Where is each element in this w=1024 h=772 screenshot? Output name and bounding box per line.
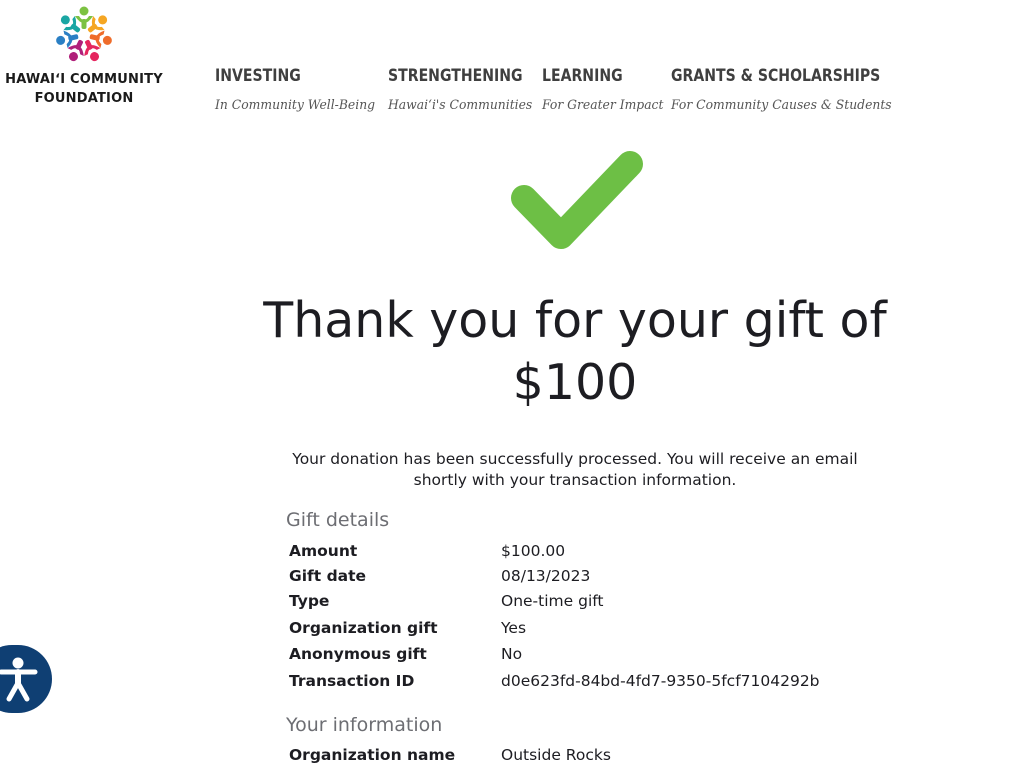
detail-label: Anonymous gift <box>289 645 427 663</box>
your-information-title: Your information <box>286 714 443 736</box>
detail-value: Yes <box>501 619 527 637</box>
nav-investing[interactable]: INVESTING In Community Well-Being <box>215 66 383 113</box>
info-label: Organization name <box>289 746 456 764</box>
nav-title: LEARNING <box>542 66 623 86</box>
nav-subtitle: Hawaiʻi's Communities <box>388 98 533 113</box>
logo-line-1: HAWAIʻI COMMUNITY <box>5 72 163 87</box>
detail-row-transaction-id: Transaction ID d0e623fd-84bd-4fd7-9350-5… <box>289 672 889 696</box>
detail-value: 08/13/2023 <box>501 567 591 585</box>
detail-label: Type <box>289 592 330 610</box>
detail-value: One-time gift <box>501 592 604 610</box>
accessibility-button[interactable] <box>0 645 52 713</box>
accessibility-person-icon <box>0 657 38 702</box>
thank-you-headline: Thank you for your gift of $100 <box>240 290 910 414</box>
nav-title: GRANTS & SCHOLARSHIPS <box>671 66 881 86</box>
logo-line-2: FOUNDATION <box>34 91 134 106</box>
nav-strengthening[interactable]: STRENGTHENING Hawaiʻi's Communities <box>388 66 540 113</box>
confirmation-message: Your donation has been successfully proc… <box>292 450 858 489</box>
headline-line-1: Thank you for your gift of <box>263 292 887 349</box>
detail-row-organization-gift: Organization gift Yes <box>289 619 889 643</box>
detail-label: Transaction ID <box>289 672 415 690</box>
nav-title: STRENGTHENING <box>388 66 523 86</box>
logo-text: HAWAIʻI COMMUNITY FOUNDATION <box>0 70 168 108</box>
nav-title: INVESTING <box>215 66 301 86</box>
detail-value: d0e623fd-84bd-4fd7-9350-5fcf7104292b <box>501 672 820 690</box>
nav-grants-scholarships[interactable]: GRANTS & SCHOLARSHIPS For Community Caus… <box>671 66 903 113</box>
nav-learning[interactable]: LEARNING For Greater Impact <box>542 66 670 113</box>
detail-row-gift-date: Gift date 08/13/2023 <box>289 567 889 591</box>
gift-amount-headline: $100 <box>512 354 638 411</box>
detail-value: No <box>501 645 523 663</box>
flower-people-logo-icon <box>56 6 112 62</box>
gift-details-title: Gift details <box>286 509 390 531</box>
info-row-organization-name: Organization name Outside Rocks <box>289 746 889 770</box>
nav-subtitle: For Community Causes & Students <box>671 98 892 113</box>
detail-row-anonymous-gift: Anonymous gift No <box>289 645 889 669</box>
info-value: Outside Rocks <box>501 746 611 764</box>
detail-row-type: Type One-time gift <box>289 592 889 616</box>
site-logo[interactable]: HAWAIʻI COMMUNITY FOUNDATION <box>0 2 168 108</box>
nav-subtitle: For Greater Impact <box>542 98 664 113</box>
check-mark-icon <box>511 151 643 249</box>
detail-label: Amount <box>289 542 358 560</box>
detail-row-amount: Amount $100.00 <box>289 542 889 566</box>
detail-label: Organization gift <box>289 619 438 637</box>
detail-label: Gift date <box>289 567 367 585</box>
nav-subtitle: In Community Well-Being <box>215 98 376 113</box>
detail-value: $100.00 <box>501 542 566 560</box>
